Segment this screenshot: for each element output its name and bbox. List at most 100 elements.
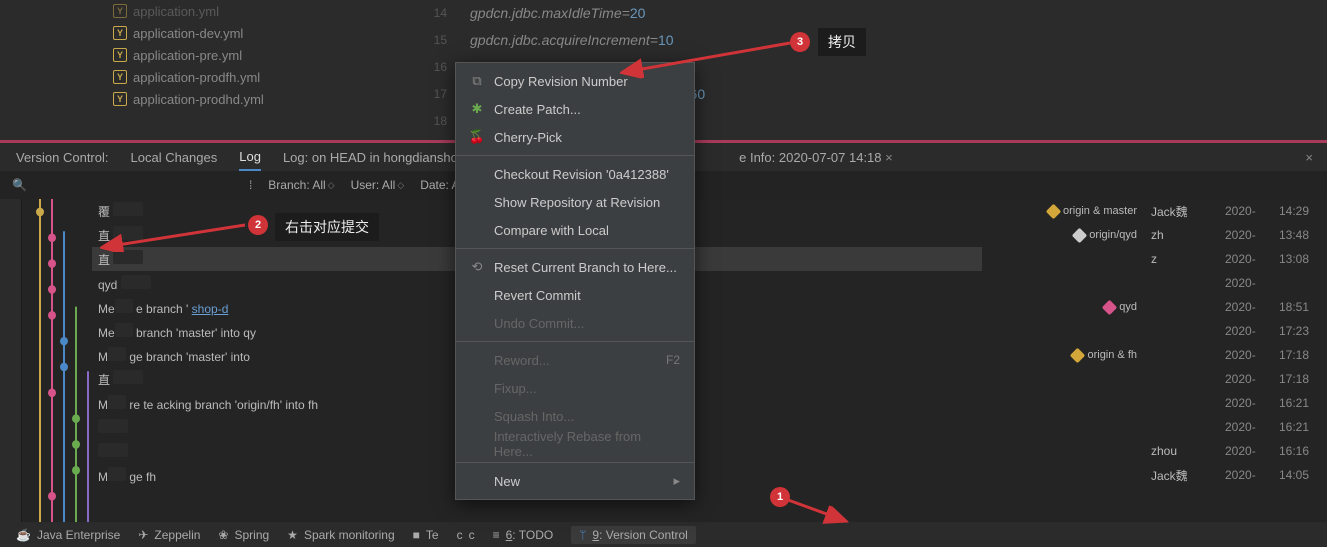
tab-local-changes[interactable]: Local Changes — [131, 143, 218, 171]
submenu-arrow-icon: ▸ — [673, 473, 680, 489]
filter-options-icon[interactable]: ⁞ — [249, 178, 252, 192]
commit-meta-columns: origin & masterJack魏2020-14:29origin/qyd… — [982, 199, 1327, 522]
commit-meta-row: Jack魏2020-14:05 — [982, 463, 1327, 487]
menu-item-new[interactable]: New ▸ — [456, 467, 694, 495]
patch-icon: ✱ — [470, 101, 484, 117]
status-item-zeppelin[interactable]: ✈Zeppelin — [138, 528, 200, 542]
commit-meta-row: 2020-17:23 — [982, 319, 1327, 343]
file-tree-item[interactable]: Yapplication.yml — [105, 0, 305, 22]
line-number: 17 — [415, 81, 455, 108]
status-item-6-todo[interactable]: ≡ 6: TODO — [493, 528, 554, 542]
commit-context-menu[interactable]: ⧉Copy Revision Number✱Create Patch...🍒Ch… — [455, 62, 695, 500]
menu-item-label: Reword... — [494, 353, 550, 368]
yaml-file-icon: Y — [113, 26, 127, 40]
menu-item-label: Create Patch... — [494, 102, 581, 117]
status-item-spring[interactable]: ❀Spring — [218, 528, 269, 542]
commit-message: 直 — [98, 250, 143, 268]
menu-item-label: Show Repository at Revision — [494, 195, 660, 210]
file-tree-item[interactable]: Yapplication-prodfh.yml — [105, 66, 305, 88]
menu-item-interactively-rebase-from-here: Interactively Rebase from Here... — [456, 430, 694, 458]
file-tree-item[interactable]: Yapplication-dev.yml — [105, 22, 305, 44]
branch-tag[interactable]: origin & fh — [1072, 349, 1137, 361]
commit-time: 18:51 — [1279, 300, 1317, 314]
branch-tag[interactable]: qyd — [1104, 301, 1137, 313]
commit-date: 2020- — [1225, 276, 1265, 290]
menu-item-compare-with-local[interactable]: Compare with Local — [456, 216, 694, 244]
toolwindow-close-icon[interactable]: × — [1305, 150, 1313, 165]
tab-info[interactable]: e Info: 2020-07-07 14:18 × — [739, 150, 893, 165]
tab-log[interactable]: Log — [239, 143, 261, 171]
file-tree-item[interactable]: Yapplication-pre.yml — [105, 44, 305, 66]
menu-item-show-repository-at-revision[interactable]: Show Repository at Revision — [456, 188, 694, 216]
menu-item-label: Compare with Local — [494, 223, 609, 238]
branch-tag[interactable]: origin & master — [1048, 205, 1137, 217]
tab-log-head[interactable]: Log: on HEAD in hongdianshc — [283, 143, 457, 171]
menu-item-checkout-revision-0a412388[interactable]: Checkout Revision '0a412388' — [456, 160, 694, 188]
file-name: application-dev.yml — [133, 26, 243, 41]
search-icon[interactable]: 🔍 — [12, 178, 27, 192]
line-number: 14 — [415, 0, 455, 27]
commit-time: 17:18 — [1279, 372, 1317, 386]
menu-item-label: Cherry-Pick — [494, 130, 562, 145]
commit-link[interactable]: shop-d — [192, 302, 229, 316]
menu-item-label: Undo Commit... — [494, 316, 584, 331]
status-label: 6: TODO — [506, 528, 554, 542]
commit-message: Me e branch ' shop-d — [98, 299, 228, 316]
commit-message: M re te acking branch 'origin/fh' into f… — [98, 395, 318, 412]
status-label: Te — [426, 528, 439, 542]
status-item-spark-monitoring[interactable]: ★Spark monitoring — [287, 528, 394, 542]
cherry-icon: 🍒 — [470, 129, 484, 145]
menu-item-label: Copy Revision Number — [494, 74, 628, 89]
status-label: Zeppelin — [154, 528, 200, 542]
menu-item-label: New — [494, 474, 520, 489]
commit-author: Jack魏 — [1151, 203, 1211, 220]
tag-icon — [1046, 203, 1062, 219]
menu-item-cherry-pick[interactable]: 🍒 Cherry-Pick — [456, 123, 694, 151]
status-item-te[interactable]: ■Te — [413, 528, 439, 542]
file-tree-item[interactable]: Yapplication-prodhd.yml — [105, 88, 305, 110]
branch-filter[interactable]: Branch: All◇ — [268, 178, 334, 192]
line-number: 15 — [415, 27, 455, 54]
commit-meta-row: 2020- 17:18 — [982, 367, 1327, 391]
file-name: application.yml — [133, 4, 219, 19]
status-item-java-enterprise[interactable]: ☕Java Enterprise — [16, 528, 120, 542]
yaml-file-icon: Y — [113, 92, 127, 106]
yaml-file-icon: Y — [113, 48, 127, 62]
commit-date: 2020- — [1225, 468, 1265, 482]
commit-date: 2020- — [1225, 420, 1265, 434]
user-filter[interactable]: User: All◇ — [351, 178, 405, 192]
menu-item-revert-commit[interactable]: Revert Commit — [456, 281, 694, 309]
file-name: application-prodhd.yml — [133, 92, 264, 107]
commit-message: Me branch 'master' into qy — [98, 323, 256, 340]
status-icon: c — [457, 528, 463, 542]
status-item-c[interactable]: cc — [457, 528, 475, 542]
commit-time: 17:18 — [1279, 348, 1317, 362]
commit-date: 2020- — [1225, 348, 1265, 362]
shortcut-hint: F2 — [666, 353, 680, 367]
tag-icon — [1070, 347, 1086, 363]
commit-meta-row: qyd 2020- 18:51 — [982, 295, 1327, 319]
commit-date: 2020- — [1225, 372, 1265, 386]
annotation-label-3: 拷贝 — [818, 28, 866, 56]
commit-date: 2020- — [1225, 300, 1265, 314]
status-item-9-version-control[interactable]: ᛘ9: Version Control — [571, 526, 696, 544]
menu-item-create-patch[interactable]: ✱ Create Patch... — [456, 95, 694, 123]
project-tree: Yapplication.ymlYapplication-dev.ymlYapp… — [105, 0, 305, 110]
commit-meta-row: origin & fh 2020- 17:18 — [982, 343, 1327, 367]
status-icon: ☕ — [16, 528, 31, 542]
commit-message — [98, 443, 128, 460]
menu-item-label: Reset Current Branch to Here... — [494, 260, 677, 275]
side-tool-buttons[interactable] — [0, 199, 22, 522]
code-line[interactable]: gpdcn.jdbc.maxIdleTime=20 — [470, 0, 705, 27]
menu-item-label: Checkout Revision '0a412388' — [494, 167, 669, 182]
status-icon: ≡ — [493, 528, 500, 542]
yaml-file-icon: Y — [113, 70, 127, 84]
commit-date: 2020- — [1225, 204, 1265, 218]
menu-item-reset-current-branch-to-here[interactable]: ⟲Reset Current Branch to Here... — [456, 253, 694, 281]
commit-date: 2020- — [1225, 228, 1265, 242]
annotation-badge-3: 3 — [790, 32, 810, 52]
tag-icon — [1072, 227, 1088, 243]
status-label: Spark monitoring — [304, 528, 395, 542]
branch-tag[interactable]: origin/qyd — [1074, 229, 1137, 241]
commit-date: 2020- — [1225, 252, 1265, 266]
